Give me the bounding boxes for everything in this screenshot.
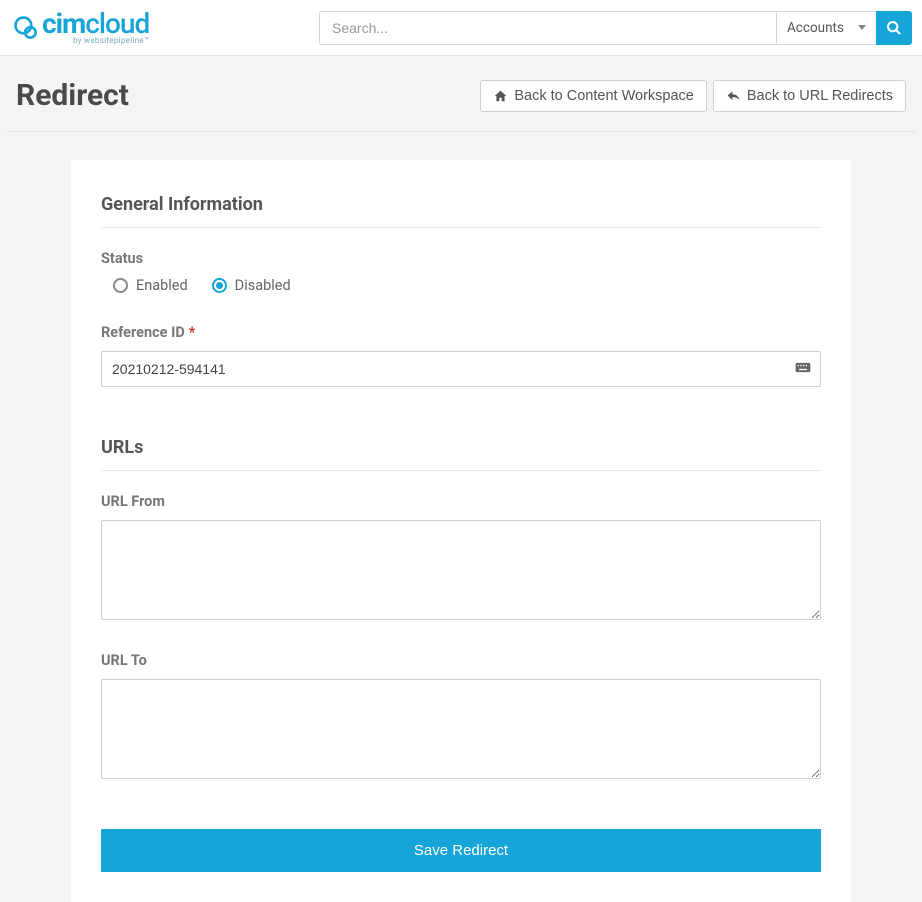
- status-enabled-option[interactable]: Enabled: [113, 277, 188, 294]
- url-to-input[interactable]: [101, 679, 821, 779]
- section-urls-title: URLs: [101, 437, 821, 471]
- status-radio-group: Enabled Disabled: [113, 277, 821, 294]
- page-header: Redirect Back to Content Workspace Back …: [6, 56, 916, 132]
- search-button[interactable]: [876, 11, 912, 45]
- search-input[interactable]: [319, 11, 776, 45]
- logo[interactable]: cimcloud by websitepipeline™: [12, 10, 149, 45]
- keyboard-icon: [795, 360, 811, 379]
- chevron-down-icon: [858, 25, 866, 30]
- status-disabled-label: Disabled: [235, 277, 291, 294]
- status-enabled-label: Enabled: [136, 277, 188, 294]
- search-bar: Accounts: [319, 11, 912, 45]
- url-from-input[interactable]: [101, 520, 821, 620]
- radio-icon: [212, 278, 227, 293]
- search-scope-select[interactable]: Accounts: [776, 11, 876, 45]
- logo-icon: [12, 14, 40, 42]
- back-content-label: Back to Content Workspace: [514, 88, 693, 104]
- reference-id-label: Reference ID*: [101, 324, 821, 341]
- reply-icon: [726, 89, 741, 103]
- search-icon: [886, 20, 902, 36]
- save-redirect-button[interactable]: Save Redirect: [101, 829, 821, 872]
- reference-id-input[interactable]: [101, 351, 821, 387]
- back-content-workspace-button[interactable]: Back to Content Workspace: [480, 80, 706, 112]
- home-icon: [493, 89, 508, 103]
- back-url-label: Back to URL Redirects: [747, 88, 893, 104]
- page-title: Redirect: [16, 78, 129, 113]
- url-to-label: URL To: [101, 652, 821, 669]
- form-panel: General Information Status Enabled Disab…: [71, 160, 851, 902]
- search-scope-label: Accounts: [787, 20, 844, 36]
- status-disabled-option[interactable]: Disabled: [212, 277, 291, 294]
- section-general-title: General Information: [101, 194, 821, 228]
- radio-icon: [113, 278, 128, 293]
- logo-text: cimcloud: [42, 10, 149, 38]
- status-label: Status: [101, 250, 821, 267]
- top-bar: cimcloud by websitepipeline™ Accounts: [0, 0, 922, 56]
- back-url-redirects-button[interactable]: Back to URL Redirects: [713, 80, 906, 112]
- url-from-label: URL From: [101, 493, 821, 510]
